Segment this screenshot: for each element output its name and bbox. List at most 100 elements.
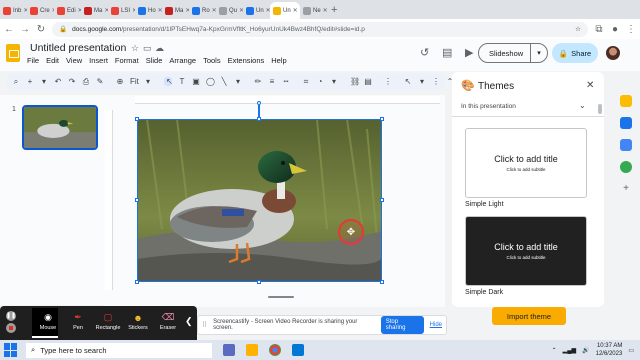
speaker-notes-handle[interactable] — [268, 296, 294, 298]
pointer-dropdown-icon[interactable]: ▾ — [418, 77, 426, 86]
text-box-icon[interactable]: T — [178, 77, 186, 86]
drag-handle-icon[interactable]: ⠿ — [202, 321, 207, 329]
rotate-handle[interactable] — [257, 101, 261, 105]
new-tab-icon[interactable]: + — [331, 4, 337, 16]
collapse-toolbar-icon[interactable]: ❮ — [185, 316, 193, 327]
hide-link[interactable]: Hide — [430, 322, 442, 328]
resize-handle[interactable] — [380, 198, 384, 202]
network-icon[interactable]: ▂▄▆ — [563, 347, 576, 354]
crop-icon[interactable]: ⌗ — [302, 77, 310, 87]
pointer-tool-icon[interactable]: ↖ — [404, 77, 412, 86]
menu-item-arrange[interactable]: Arrange — [169, 56, 196, 65]
border-dash-icon[interactable]: ┅ — [282, 77, 290, 86]
cloud-saved-icon[interactable]: ☁ — [155, 43, 164, 54]
browser-tab[interactable]: Ro ✕ — [189, 2, 216, 19]
stop-recording-icon[interactable] — [6, 323, 16, 333]
menu-item-tools[interactable]: Tools — [203, 56, 221, 65]
tasks-icon[interactable] — [620, 117, 632, 129]
themes-scrollbar[interactable] — [598, 104, 602, 114]
notifications-icon[interactable]: ▭ — [628, 347, 634, 354]
url-bar[interactable]: 🔒 docs.google.com/presentation/d/1lPTsEH… — [52, 21, 588, 37]
browser-tab[interactable]: Ma ✕ — [162, 2, 189, 19]
new-slide-icon[interactable]: + — [26, 77, 34, 86]
vertical-ruler[interactable] — [105, 110, 113, 290]
task-view-icon[interactable] — [223, 344, 235, 356]
menu-item-extensions[interactable]: Extensions — [228, 56, 265, 65]
screencastify-tool-rectangle[interactable]: ▢ Rectangle — [93, 312, 123, 331]
slideshow-dropdown-icon[interactable]: ▾ — [531, 49, 547, 57]
menu-item-view[interactable]: View — [66, 56, 82, 65]
redo-icon[interactable]: ↷ — [68, 77, 76, 86]
move-folder-icon[interactable]: ▭ — [143, 43, 152, 54]
resize-handle[interactable] — [380, 117, 384, 121]
comment-icon[interactable]: ▤ — [442, 46, 452, 59]
slides-logo-icon[interactable] — [6, 44, 20, 62]
new-slide-dropdown-icon[interactable]: ▾ — [40, 77, 48, 86]
tab-close-icon[interactable]: ✕ — [293, 7, 298, 14]
browser-tab[interactable]: LSI ✕ — [108, 2, 135, 19]
mask-dropdown-icon[interactable]: ▾ — [330, 77, 338, 86]
print-icon[interactable]: ⎙ — [82, 77, 90, 87]
menu-item-edit[interactable]: Edit — [46, 56, 59, 65]
slide-thumbnail[interactable] — [22, 105, 98, 150]
border-color-icon[interactable]: ✏ — [254, 77, 262, 86]
image-selection-box[interactable] — [137, 119, 382, 282]
screencastify-tool-pen[interactable]: ✒ Pen — [63, 312, 93, 331]
tray-expand-icon[interactable]: ⌃ — [552, 347, 557, 354]
slideshow-button[interactable]: Slideshow ▾ — [478, 43, 548, 63]
browser-tab[interactable]: Cre✕ — [27, 2, 54, 19]
undo-icon[interactable]: ↶ — [54, 77, 62, 86]
theme-filter-select[interactable]: In this presentation — [461, 103, 516, 110]
star-icon[interactable]: ☆ — [131, 43, 139, 54]
mask-image-icon[interactable]: ◔ — [316, 77, 324, 86]
resize-handle[interactable] — [257, 117, 261, 121]
browser-tab[interactable]: Ho ✕ — [135, 2, 162, 19]
resize-handle[interactable] — [135, 198, 139, 202]
browser-tab[interactable]: Ne ✕ — [300, 2, 327, 19]
pause-recording-icon[interactable]: ❚❚ — [6, 311, 16, 321]
document-title[interactable]: Untitled presentation — [30, 42, 126, 54]
menu-item-help[interactable]: Help — [271, 56, 286, 65]
zoom-icon[interactable]: ⊕ — [116, 77, 124, 86]
zoom-dropdown-icon[interactable]: ▾ — [144, 77, 152, 86]
import-theme-button[interactable]: Import theme — [492, 307, 566, 325]
browser-profile-icon[interactable]: ● — [610, 24, 620, 35]
windows-start-icon[interactable] — [4, 343, 18, 357]
maps-icon[interactable] — [620, 161, 632, 173]
slideshow-label[interactable]: Slideshow — [479, 44, 531, 62]
insert-link-icon[interactable]: ⛓ — [350, 77, 360, 86]
browser-menu-icon[interactable]: ⋮ — [626, 24, 636, 35]
add-comment-icon[interactable]: ▤ — [364, 77, 372, 86]
paint-format-icon[interactable]: ✎ — [96, 77, 104, 86]
zoom-select[interactable]: Fit — [130, 77, 139, 86]
screencastify-tool-mouse[interactable]: ◉ Mouse — [33, 312, 63, 331]
store-icon[interactable] — [292, 344, 304, 356]
search-menus-icon[interactable]: ⌕ — [12, 77, 20, 87]
bookmark-star-icon[interactable]: ☆ — [575, 25, 581, 33]
insert-image-icon[interactable]: ▣ — [192, 77, 200, 86]
file-explorer-icon[interactable] — [246, 344, 258, 356]
theme-card-simple-light[interactable]: Click to add title Click to add subtitle — [465, 128, 587, 198]
volume-icon[interactable]: 🔊 — [582, 347, 589, 354]
horizontal-ruler[interactable] — [135, 96, 440, 104]
tab-close-icon[interactable]: ✕ — [323, 7, 327, 14]
menu-item-file[interactable]: File — [27, 56, 39, 65]
history-icon[interactable]: ↺ — [420, 46, 429, 59]
close-icon[interactable]: ✕ — [586, 80, 594, 91]
back-icon[interactable]: ← — [4, 24, 14, 35]
resize-handle[interactable] — [380, 280, 384, 284]
chrome-icon[interactable] — [269, 344, 281, 356]
browser-tab[interactable]: Ma ✕ — [81, 2, 108, 19]
share-button[interactable]: 🔒 Share — [552, 43, 598, 63]
add-on-icon[interactable]: + — [620, 183, 632, 195]
reload-icon[interactable]: ↻ — [36, 24, 46, 35]
line-dropdown-icon[interactable]: ▾ — [234, 77, 242, 86]
browser-tab[interactable]: Un ✕ — [270, 2, 300, 19]
browser-tab[interactable]: Un ✕ — [243, 2, 270, 19]
extensions-icon[interactable]: ⧉ — [594, 24, 604, 35]
select-tool-icon[interactable]: ↖ — [164, 77, 173, 86]
more-options-icon[interactable]: ⋮ — [432, 77, 440, 86]
theme-card-simple-dark[interactable]: Click to add title Click to add subtitle — [465, 216, 587, 286]
resize-handle[interactable] — [135, 280, 139, 284]
more-icon[interactable]: ⋮ — [384, 77, 392, 86]
